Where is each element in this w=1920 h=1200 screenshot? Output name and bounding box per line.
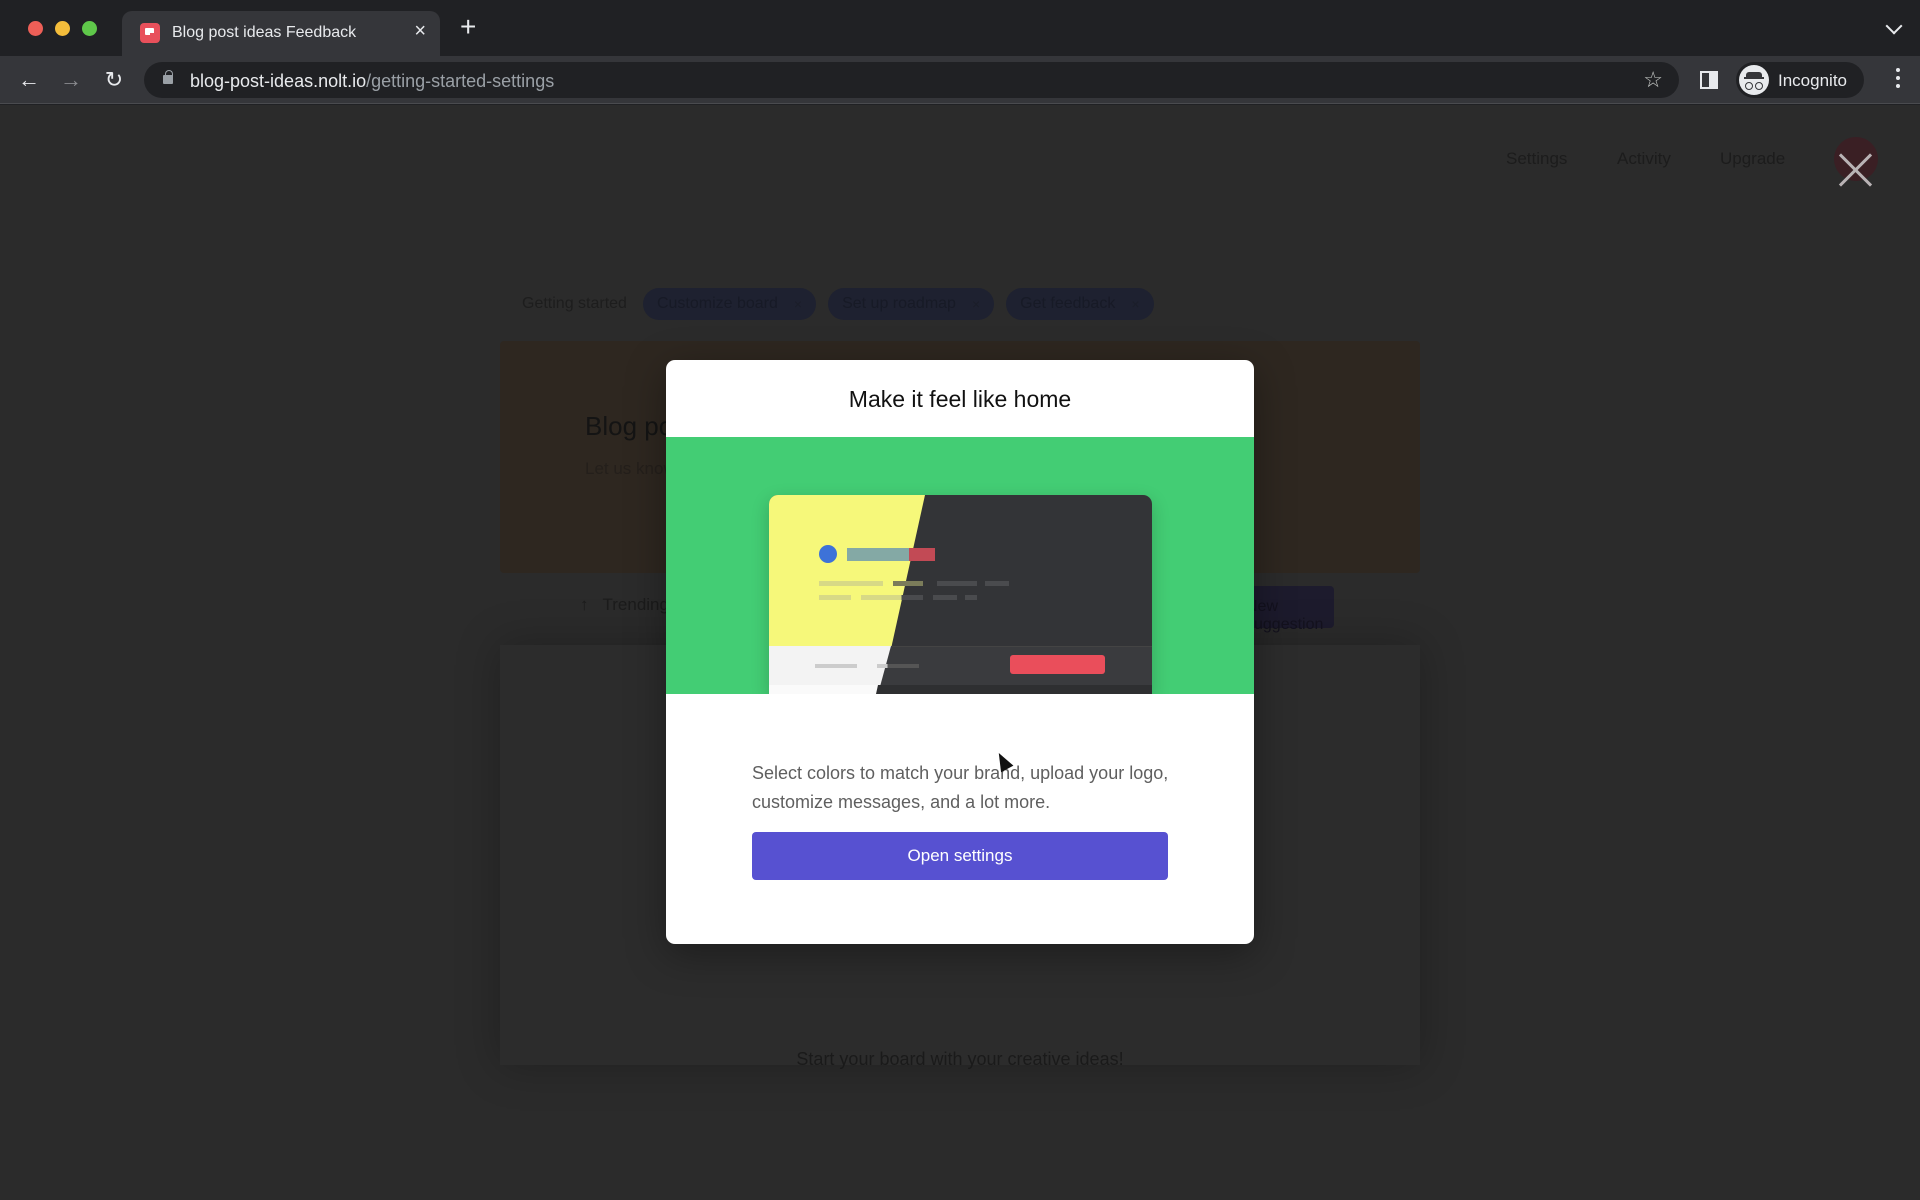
step-label: Set up roadmap [842,295,956,312]
step-label: Get feedback [1020,295,1116,312]
step-get-feedback[interactable]: Get feedback × [1006,288,1154,320]
step-customize-board[interactable]: Customize board × [642,288,817,320]
preview-button [1010,655,1105,674]
getting-started-steps: Getting started Customize board × Set up… [522,288,1166,320]
nav-settings[interactable]: Settings [1506,149,1567,169]
browser-menu-icon[interactable] [1896,68,1900,90]
back-button[interactable]: ← [15,66,43,94]
incognito-label: Incognito [1778,71,1847,90]
board-preview-illustration [769,495,1152,694]
nolt-favicon-icon [140,23,160,43]
step-close-icon[interactable]: × [1131,296,1139,312]
url-text[interactable]: blog-post-ideas.nolt.io/getting-started-… [190,71,554,92]
tab-search-chevron-icon[interactable] [1885,17,1903,35]
preview-text-line [933,595,957,600]
preview-text-line [985,581,1009,586]
close-icon[interactable] [1835,150,1875,190]
new-tab-button[interactable]: + [460,13,476,41]
modal-description: Select colors to match your brand, uploa… [752,763,1169,812]
lock-icon[interactable] [163,70,173,84]
preview-footer-line [815,664,857,668]
tab-title: Blog post ideas Feedback [172,24,357,41]
step-close-icon[interactable]: × [794,296,802,312]
bookmark-star-icon[interactable]: ☆ [1643,67,1663,93]
url-host: blog-post-ideas.nolt.io [190,71,367,91]
trending-icon: ↑ [580,595,589,614]
tab-close-icon[interactable]: × [414,20,426,43]
onboarding-modal: Make it feel like home Select colors to … [666,360,1254,944]
step-label: Customize board [656,295,778,312]
incognito-profile-button[interactable]: Incognito [1736,62,1864,98]
preview-text-line [861,595,923,600]
incognito-icon [1739,65,1769,95]
browser-tab-bar: Blog post ideas Feedback × + [0,0,1920,56]
forward-button[interactable]: → [57,66,85,94]
preview-footer-line [877,664,919,668]
window-minimize-button[interactable] [55,21,70,36]
sort-dropdown[interactable]: ↑ Trending [580,595,669,615]
preview-text-line [819,595,851,600]
side-panel-icon[interactable] [1700,71,1718,89]
modal-illustration [666,437,1254,694]
getting-started-label: Getting started [522,295,627,312]
open-settings-button[interactable]: Open settings [752,832,1168,880]
step-set-up-roadmap[interactable]: Set up roadmap × [828,288,995,320]
window-maximize-button[interactable] [82,21,97,36]
step-close-icon[interactable]: × [972,296,980,312]
empty-state-text: Start your board with your creative idea… [796,1049,1124,1069]
reload-button[interactable]: ↻ [100,66,128,94]
preview-text-line [893,581,923,586]
preview-title-bar [847,548,935,561]
nav-activity[interactable]: Activity [1617,149,1671,169]
preview-logo-dot [819,545,837,563]
nav-upgrade[interactable]: Upgrade [1720,149,1785,169]
modal-title: Make it feel like home [848,386,1072,412]
window-close-button[interactable] [28,21,43,36]
preview-text-line [965,595,977,600]
address-bar[interactable]: blog-post-ideas.nolt.io/getting-started-… [144,62,1679,98]
sort-label: Trending [602,595,669,614]
preview-text-line [937,581,977,586]
browser-toolbar: ← → ↻ blog-post-ideas.nolt.io/getting-st… [0,56,1920,104]
url-path: /getting-started-settings [366,71,555,91]
preview-text-line [819,581,883,586]
browser-tab[interactable]: Blog post ideas Feedback × [122,11,440,56]
